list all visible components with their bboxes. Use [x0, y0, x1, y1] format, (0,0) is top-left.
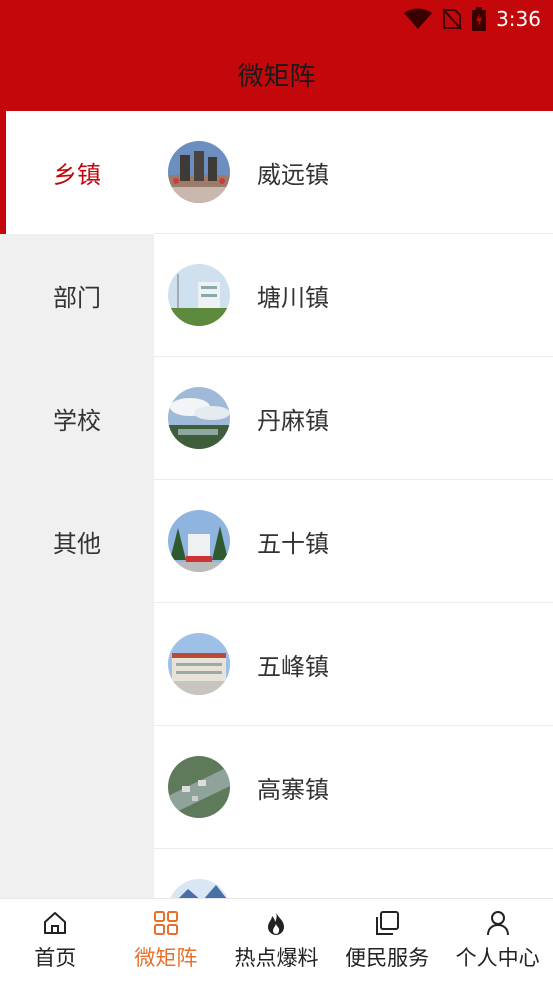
item-name: 塘川镇 — [257, 283, 329, 312]
account-list: 威远镇 塘川镇 丹麻镇 五十镇 五峰镇 高寨镇 — [154, 111, 553, 898]
avatar — [168, 387, 230, 449]
list-item[interactable]: 塘川镇 — [154, 234, 553, 357]
battery-icon — [472, 6, 487, 31]
item-name: 五十镇 — [257, 529, 329, 558]
list-item[interactable]: 高寨镇 — [154, 726, 553, 849]
list-item[interactable]: 威远镇 — [154, 111, 553, 234]
bottom-tab-bar: 首页 微矩阵 热点爆料 便民服务 个人中心 — [0, 898, 553, 983]
sidebar-item-schools[interactable]: 学校 — [0, 357, 154, 480]
status-bar: 3:36 — [0, 0, 553, 37]
copy-icon — [376, 911, 400, 935]
list-item[interactable]: 丹麻镇 — [154, 357, 553, 480]
avatar — [168, 264, 230, 326]
avatar — [168, 633, 230, 695]
sidebar-item-label: 部门 — [53, 284, 101, 312]
tab-label: 个人中心 — [455, 946, 540, 970]
person-icon — [486, 911, 509, 936]
tab-label: 便民服务 — [345, 946, 430, 970]
status-time: 3:36 — [496, 6, 541, 31]
tab-home[interactable]: 首页 — [0, 899, 111, 983]
tab-label: 微矩阵 — [134, 946, 198, 970]
page-title: 微矩阵 — [237, 61, 316, 92]
avatar — [168, 510, 230, 572]
tab-profile[interactable]: 个人中心 — [442, 899, 553, 983]
list-item[interactable]: 五峰镇 — [154, 603, 553, 726]
title-bar: 微矩阵 — [0, 37, 553, 111]
category-sidebar: 乡镇 部门 学校 其他 — [0, 111, 154, 898]
wifi-icon — [404, 8, 433, 29]
sidebar-item-label: 乡镇 — [53, 161, 101, 189]
tab-micro-matrix[interactable]: 微矩阵 — [111, 899, 222, 983]
home-icon — [44, 912, 67, 934]
item-name: 五峰镇 — [257, 652, 329, 681]
avatar — [168, 756, 230, 818]
sidebar-item-label: 其他 — [53, 530, 101, 558]
sidebar-item-departments[interactable]: 部门 — [0, 234, 154, 357]
list-item[interactable] — [154, 849, 553, 898]
sidebar-item-label: 学校 — [53, 407, 101, 435]
sidebar-item-towns[interactable]: 乡镇 — [0, 111, 154, 234]
sidebar-item-other[interactable]: 其他 — [0, 480, 154, 603]
no-sim-icon — [442, 7, 462, 30]
list-item[interactable]: 五十镇 — [154, 480, 553, 603]
grid-icon — [153, 911, 178, 935]
tab-services[interactable]: 便民服务 — [332, 899, 443, 983]
fire-icon — [268, 912, 285, 935]
item-name: 威远镇 — [257, 160, 329, 189]
tab-label: 首页 — [34, 946, 77, 970]
item-name: 丹麻镇 — [257, 406, 329, 435]
avatar — [168, 141, 230, 203]
avatar — [168, 879, 230, 898]
item-name: 高寨镇 — [257, 775, 329, 804]
tab-label: 热点爆料 — [234, 946, 319, 970]
tab-hot-news[interactable]: 热点爆料 — [221, 899, 332, 983]
